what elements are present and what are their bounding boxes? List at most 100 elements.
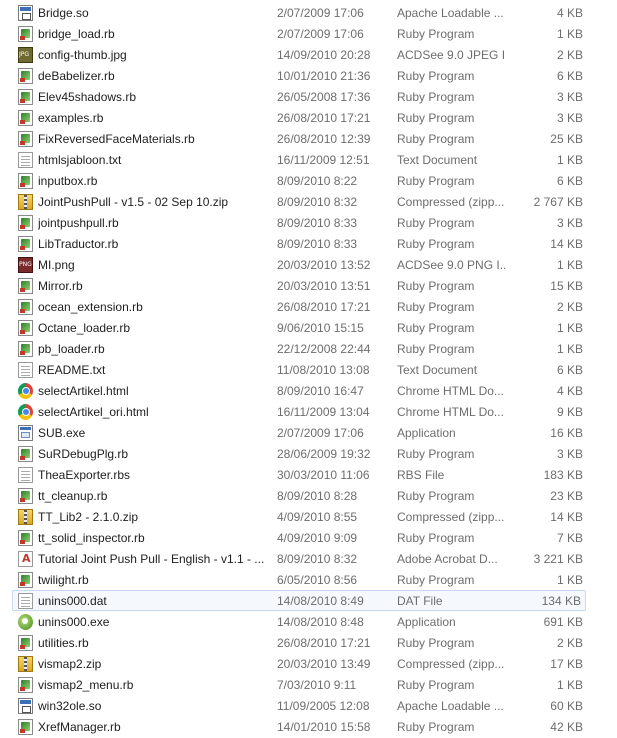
file-name: SuRDebugPlg.rb xyxy=(38,447,129,461)
date-modified: 26/08/2010 17:21 xyxy=(277,300,371,314)
file-row[interactable]: jointpushpull.rb 8/09/2010 8:33 Ruby Progr… xyxy=(0,212,617,233)
file-row[interactable]: twilight.rb 6/05/2010 8:56 Ruby Program 1 K… xyxy=(0,569,617,590)
date-modified: 8/09/2010 8:28 xyxy=(277,489,358,503)
file-size: 2 KB xyxy=(556,636,583,650)
file-name: selectArtikel_ori.html xyxy=(38,405,149,419)
date-modified: 14/08/2010 8:48 xyxy=(277,615,364,629)
date-modified: 8/09/2010 8:32 xyxy=(277,195,358,209)
file-name: Mirror.rb xyxy=(38,279,83,293)
file-row[interactable]: tt_solid_inspector.rb 4/09/2010 9:09 Ruby … xyxy=(0,527,617,548)
file-type: Ruby Program xyxy=(397,90,475,104)
rbs-file-icon xyxy=(18,467,33,483)
file-name: jointpushpull.rb xyxy=(38,216,119,230)
ruby-file-icon xyxy=(18,719,33,735)
file-row[interactable]: SUB.exe 2/07/2009 17:06 Application 16 KB xyxy=(0,422,617,443)
file-size: 17 KB xyxy=(550,657,583,671)
date-modified: 4/09/2010 9:09 xyxy=(277,531,358,545)
file-row[interactable]: MI.png 20/03/2010 13:52 ACDSee 9.0 PNG I..… xyxy=(0,254,617,275)
date-modified: 28/06/2009 19:32 xyxy=(277,447,371,461)
ruby-file-icon xyxy=(18,110,33,126)
ruby-file-icon xyxy=(18,572,33,588)
date-modified: 11/09/2005 12:08 xyxy=(277,699,370,713)
file-row[interactable]: tt_cleanup.rb 8/09/2010 8:28 Ruby Program 2… xyxy=(0,485,617,506)
ruby-file-icon xyxy=(18,68,33,84)
file-name: unins000.exe xyxy=(38,615,110,629)
file-size: 14 KB xyxy=(550,237,583,251)
zip-file-icon xyxy=(18,509,33,525)
file-row[interactable]: Mirror.rb 20/03/2010 13:51 Ruby Program 15 … xyxy=(0,275,617,296)
file-name: README.txt xyxy=(38,363,106,377)
file-name: utilities.rb xyxy=(38,636,89,650)
file-name: unins000.dat xyxy=(38,594,107,608)
date-modified: 14/01/2010 15:58 xyxy=(277,720,371,734)
file-row[interactable]: vismap2_menu.rb 7/03/2010 9:11 Ruby Progra… xyxy=(0,674,617,695)
file-row[interactable]: examples.rb 26/08/2010 17:21 Ruby Program 3… xyxy=(0,107,617,128)
ruby-file-icon xyxy=(18,131,33,147)
file-row[interactable]: ocean_extension.rb 26/08/2010 17:21 Ruby P… xyxy=(0,296,617,317)
file-name: config-thumb.jpg xyxy=(38,48,127,62)
file-type: Ruby Program xyxy=(397,132,475,146)
file-row[interactable]: TT_Lib2 - 2.1.0.zip 4/09/2010 8:55 Compres… xyxy=(0,506,617,527)
file-row[interactable]: Bridge.so 2/07/2009 17:06 Apache Loadable … xyxy=(0,2,617,23)
file-row[interactable]: pb_loader.rb 22/12/2008 22:44 Ruby Program… xyxy=(0,338,617,359)
ruby-file-icon xyxy=(18,26,33,42)
file-size: 6 KB xyxy=(556,363,583,377)
jpg-file-icon xyxy=(18,47,33,63)
date-modified: 8/09/2010 8:22 xyxy=(277,174,358,188)
file-row[interactable]: TheaExporter.rbs 30/03/2010 11:06 RBS File… xyxy=(0,464,617,485)
file-row[interactable]: selectArtikel.html 8/09/2010 16:47 Chrome … xyxy=(0,380,617,401)
file-row[interactable]: README.txt 11/08/2010 13:08 Text Document 6… xyxy=(0,359,617,380)
file-size: 3 221 KB xyxy=(533,552,583,566)
file-size: 42 KB xyxy=(550,720,583,734)
file-row[interactable]: inputbox.rb 8/09/2010 8:22 Ruby Program 6 K… xyxy=(0,170,617,191)
file-row[interactable]: Octane_loader.rb 9/06/2010 15:15 Ruby Prog… xyxy=(0,317,617,338)
file-row[interactable]: deBabelizer.rb 10/01/2010 21:36 Ruby Progr… xyxy=(0,65,617,86)
file-size: 1 KB xyxy=(556,321,583,335)
file-row[interactable]: bridge_load.rb 2/07/2009 17:06 Ruby Progra… xyxy=(0,23,617,44)
file-size: 3 KB xyxy=(556,111,583,125)
file-size: 9 KB xyxy=(556,405,583,419)
date-modified: 26/08/2010 17:21 xyxy=(277,636,371,650)
file-type: Chrome HTML Do... xyxy=(397,384,504,398)
file-row[interactable]: Tutorial Joint Push Pull - English - v1.… xyxy=(0,548,617,569)
zip-file-icon xyxy=(18,656,33,672)
file-row[interactable]: FixReversedFaceMaterials.rb 26/08/2010 12… xyxy=(0,128,617,149)
date-modified: 30/03/2010 11:06 xyxy=(277,468,370,482)
file-name: JointPushPull - v1.5 - 02 Sep 10.zip xyxy=(38,195,229,209)
file-type: Ruby Program xyxy=(397,531,475,545)
file-name: MI.png xyxy=(38,258,75,272)
date-modified: 8/09/2010 8:32 xyxy=(277,552,358,566)
file-row[interactable]: config-thumb.jpg 14/09/2010 20:28 ACDSee 9… xyxy=(0,44,617,65)
file-name: bridge_load.rb xyxy=(38,27,115,41)
dat-file-icon xyxy=(18,593,33,609)
file-name: FixReversedFaceMaterials.rb xyxy=(38,132,195,146)
file-name: Bridge.so xyxy=(38,6,89,20)
file-row[interactable]: LibTraductor.rb 8/09/2010 8:33 Ruby Progra… xyxy=(0,233,617,254)
file-size: 14 KB xyxy=(550,510,583,524)
file-row[interactable]: win32ole.so 11/09/2005 12:08 Apache Loadab… xyxy=(0,695,617,716)
file-row[interactable]: htmlsjabloon.txt 16/11/2009 12:51 Text Doc… xyxy=(0,149,617,170)
file-row[interactable]: utilities.rb 26/08/2010 17:21 Ruby Program… xyxy=(0,632,617,653)
date-modified: 2/07/2009 17:06 xyxy=(277,426,364,440)
file-row[interactable]: selectArtikel_ori.html 16/11/2009 13:04 Ch… xyxy=(0,401,617,422)
file-type: Ruby Program xyxy=(397,27,475,41)
file-row[interactable]: SuRDebugPlg.rb 28/06/2009 19:32 Ruby Progr… xyxy=(0,443,617,464)
date-modified: 16/11/2009 12:51 xyxy=(277,153,370,167)
ruby-file-icon xyxy=(18,635,33,651)
file-size: 1 KB xyxy=(556,342,583,356)
file-row[interactable]: JointPushPull - v1.5 - 02 Sep 10.zip 8/09… xyxy=(0,191,617,212)
file-size: 6 KB xyxy=(556,174,583,188)
file-size: 4 KB xyxy=(556,6,583,20)
file-size: 60 KB xyxy=(550,699,583,713)
file-type: Ruby Program xyxy=(397,237,475,251)
file-type: Compressed (zipp... xyxy=(397,195,505,209)
file-row[interactable]: XrefManager.rb 14/01/2010 15:58 Ruby Progr… xyxy=(0,716,617,737)
file-type: Application xyxy=(397,615,456,629)
file-row[interactable]: unins000.exe 14/08/2010 8:48 Application 69… xyxy=(0,611,617,632)
date-modified: 8/09/2010 8:33 xyxy=(277,237,358,251)
file-row[interactable]: Elev45shadows.rb 26/05/2008 17:36 Ruby Pro… xyxy=(0,86,617,107)
file-size: 2 KB xyxy=(556,48,583,62)
file-row[interactable]: vismap2.zip 20/03/2010 13:49 Compressed (z… xyxy=(0,653,617,674)
file-row[interactable]: unins000.dat 14/08/2010 8:49 DAT File 134 K… xyxy=(12,590,586,611)
file-type: ACDSee 9.0 PNG I... xyxy=(397,258,505,272)
